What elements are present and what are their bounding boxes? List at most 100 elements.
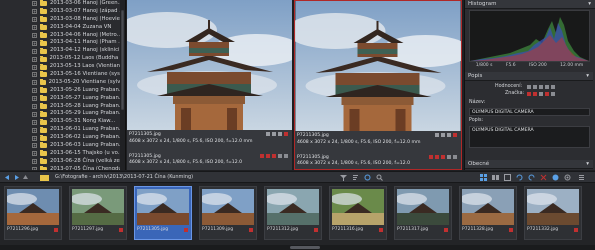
expand-icon[interactable]: + xyxy=(32,104,37,110)
filter-icon[interactable] xyxy=(340,174,347,181)
expand-icon[interactable]: + xyxy=(32,48,37,54)
tree-folder-label: 2013-07-05 Čína (Chengdu) xyxy=(50,165,124,170)
general-header[interactable]: Obecné ▾ xyxy=(465,160,593,169)
tree-folder-label: 2013-04-04 Zuzana VN xyxy=(50,23,112,30)
path-field[interactable]: G:\Fotografie - archiv\2013\2013-07-21 Č… xyxy=(55,172,193,183)
info-icon[interactable] xyxy=(552,174,559,181)
filmstrip-thumb[interactable]: P7211328.jpg xyxy=(459,186,517,240)
tree-folder-item[interactable]: +2013-05-27 Luang Praban... xyxy=(0,95,125,103)
description-field[interactable]: OLYMPUS DIGITAL CAMERA xyxy=(469,126,590,148)
tree-folder-item[interactable]: +2013-05-13 Laos (Vientian... xyxy=(0,63,125,71)
filmstrip-thumb[interactable]: P7211316.jpg xyxy=(329,186,387,240)
filmstrip-scrollbar[interactable] xyxy=(0,245,595,250)
expand-icon[interactable]: + xyxy=(32,143,37,149)
tree-folder-item[interactable]: +2013-03-07 Hanoj (západ ... xyxy=(0,8,125,16)
filmstrip-thumb[interactable]: P7211305.jpg xyxy=(134,186,192,240)
tree-folder-item[interactable]: +2013-06-01 Luang Praban... xyxy=(0,126,125,134)
rating-stars[interactable] xyxy=(527,85,555,89)
up-icon[interactable] xyxy=(22,174,29,181)
expand-icon[interactable]: + xyxy=(32,56,37,62)
viewer-right-status-name: P7211305.jpg xyxy=(297,155,329,160)
expand-icon[interactable]: + xyxy=(32,17,37,23)
expand-icon[interactable]: + xyxy=(32,33,37,38)
tree-folder-item[interactable]: +2013-06-02 Luang Praban... xyxy=(0,134,125,142)
title-field[interactable]: OLYMPUS DIGITAL CAMERA xyxy=(469,108,590,116)
tree-folder-label: 2013-05-28 Luang Praban... xyxy=(50,102,124,109)
histogram-header[interactable]: Histogram ▾ xyxy=(465,0,595,9)
title-label: Název: xyxy=(469,100,486,105)
tree-folder-item[interactable]: +2013-03-08 Hanoj (Hoevie... xyxy=(0,16,125,24)
expand-icon[interactable]: + xyxy=(32,135,37,141)
filmstrip[interactable]: P7211296.jpg P7211297.jpg P7211305.jpg P721… xyxy=(0,183,595,250)
filmstrip-thumb[interactable]: P7211296.jpg xyxy=(4,186,62,240)
tree-folder-item[interactable]: +2013-06-03 Luang Praban... xyxy=(0,142,125,150)
tree-folder-item[interactable]: +2013-04-11 Hanoj (Pham ... xyxy=(0,39,125,47)
tree-folder-label: 2013-06-28 Čína (velká zeď xyxy=(50,157,124,164)
expand-icon[interactable]: + xyxy=(32,88,37,94)
tree-folder-label: 2013-05-16 Vientiane (sys... xyxy=(50,71,125,78)
tree-folder-item[interactable]: +2013-04-12 Hanoj (sklinici) xyxy=(0,47,125,55)
menu-icon[interactable] xyxy=(578,174,585,181)
viewer-left[interactable]: P7211305.jpg 4608 x 3072 x 24, 1/800 s, … xyxy=(127,0,292,170)
thumb-image xyxy=(527,189,579,225)
tree-folder-item[interactable]: +2013-05-12 Laos (Buddha ... xyxy=(0,55,125,63)
expand-icon[interactable]: + xyxy=(32,25,37,31)
folder-icon xyxy=(40,166,47,170)
tree-folder-item[interactable]: +2013-05-29 Luang Praban... xyxy=(0,110,125,118)
expand-icon[interactable]: + xyxy=(32,40,37,46)
tree-scrollbar[interactable] xyxy=(120,0,125,170)
settings-icon[interactable] xyxy=(564,174,571,181)
expand-icon[interactable]: + xyxy=(32,72,37,78)
tree-folder-item[interactable]: +2013-05-20 Vientiane (sylv... xyxy=(0,79,125,87)
sort-icon[interactable] xyxy=(352,174,359,181)
expand-icon[interactable]: + xyxy=(32,96,37,102)
viewer-left-rating[interactable] xyxy=(260,154,288,158)
filmstrip-thumb[interactable]: P7211332.jpg xyxy=(524,186,582,240)
chevron-down-icon[interactable]: ▾ xyxy=(586,72,589,80)
chevron-down-icon[interactable]: ▾ xyxy=(586,160,589,168)
expand-icon[interactable]: + xyxy=(32,127,37,133)
back-icon[interactable] xyxy=(4,174,11,181)
rotate-right-icon[interactable] xyxy=(528,174,535,181)
fullscreen-icon[interactable] xyxy=(504,174,511,181)
tree-folder-item[interactable]: +2013-07-05 Čína (Chengdu) xyxy=(0,166,125,170)
tree-folder-item[interactable]: +2013-05-26 Luang Praban... xyxy=(0,87,125,95)
chevron-down-icon[interactable]: ▾ xyxy=(588,0,591,8)
filmstrip-thumb[interactable]: P7211309.jpg xyxy=(199,186,257,240)
expand-icon[interactable]: + xyxy=(32,111,37,117)
viewer-right[interactable]: P7211305.jpg 4608 x 3072 x 24, 1/800 s, … xyxy=(294,0,462,170)
tree-folder-item[interactable]: +2013-04-04 Zuzana VN xyxy=(0,24,125,32)
delete-icon[interactable] xyxy=(540,174,547,181)
filmstrip-thumb[interactable]: P7211297.jpg xyxy=(69,186,127,240)
expand-icon[interactable]: + xyxy=(32,1,37,7)
expand-icon[interactable]: + xyxy=(32,167,37,170)
expand-icon[interactable]: + xyxy=(32,151,37,157)
tree-folder-item[interactable]: +2013-05-28 Luang Praban... xyxy=(0,103,125,111)
folder-tree[interactable]: +2013-03-06 Hanoj (Green... +2013-03-07 H… xyxy=(0,0,126,170)
tree-folder-item[interactable]: +2013-05-16 Vientiane (sys... xyxy=(0,71,125,79)
compare-icon[interactable] xyxy=(492,174,499,181)
expand-icon[interactable]: + xyxy=(32,119,37,125)
viewer-right-rating[interactable] xyxy=(429,155,457,159)
tree-folder-item[interactable]: +2013-04-06 Hanoj (Metro... xyxy=(0,32,125,40)
expand-icon[interactable]: + xyxy=(32,64,37,70)
grid-view-icon[interactable] xyxy=(480,174,487,181)
forward-icon[interactable] xyxy=(13,174,20,181)
tree-folder-item[interactable]: +2013-03-06 Hanoj (Green... xyxy=(0,0,125,8)
expand-icon[interactable]: + xyxy=(32,159,37,165)
folder-icon xyxy=(40,142,47,149)
expand-icon[interactable]: + xyxy=(32,80,37,86)
tree-folder-item[interactable]: +2013-06-28 Čína (velká zeď xyxy=(0,158,125,166)
color-labels[interactable] xyxy=(527,92,555,96)
folder-icon[interactable] xyxy=(40,174,49,181)
refresh-icon[interactable] xyxy=(364,174,371,181)
filmstrip-thumb[interactable]: P7211312.jpg xyxy=(264,186,322,240)
expand-icon[interactable]: + xyxy=(32,9,37,15)
tree-folder-item[interactable]: +2013-06-15 Thajsko (u vo... xyxy=(0,150,125,158)
search-icon[interactable] xyxy=(376,174,383,181)
color-label-marker xyxy=(574,228,578,232)
filmstrip-thumb[interactable]: P7211317.jpg xyxy=(394,186,452,240)
rotate-left-icon[interactable] xyxy=(516,174,523,181)
tree-folder-item[interactable]: +2013-05-31 Nong Kiaw... xyxy=(0,118,125,126)
popis-header[interactable]: Popis ▾ xyxy=(465,72,593,81)
